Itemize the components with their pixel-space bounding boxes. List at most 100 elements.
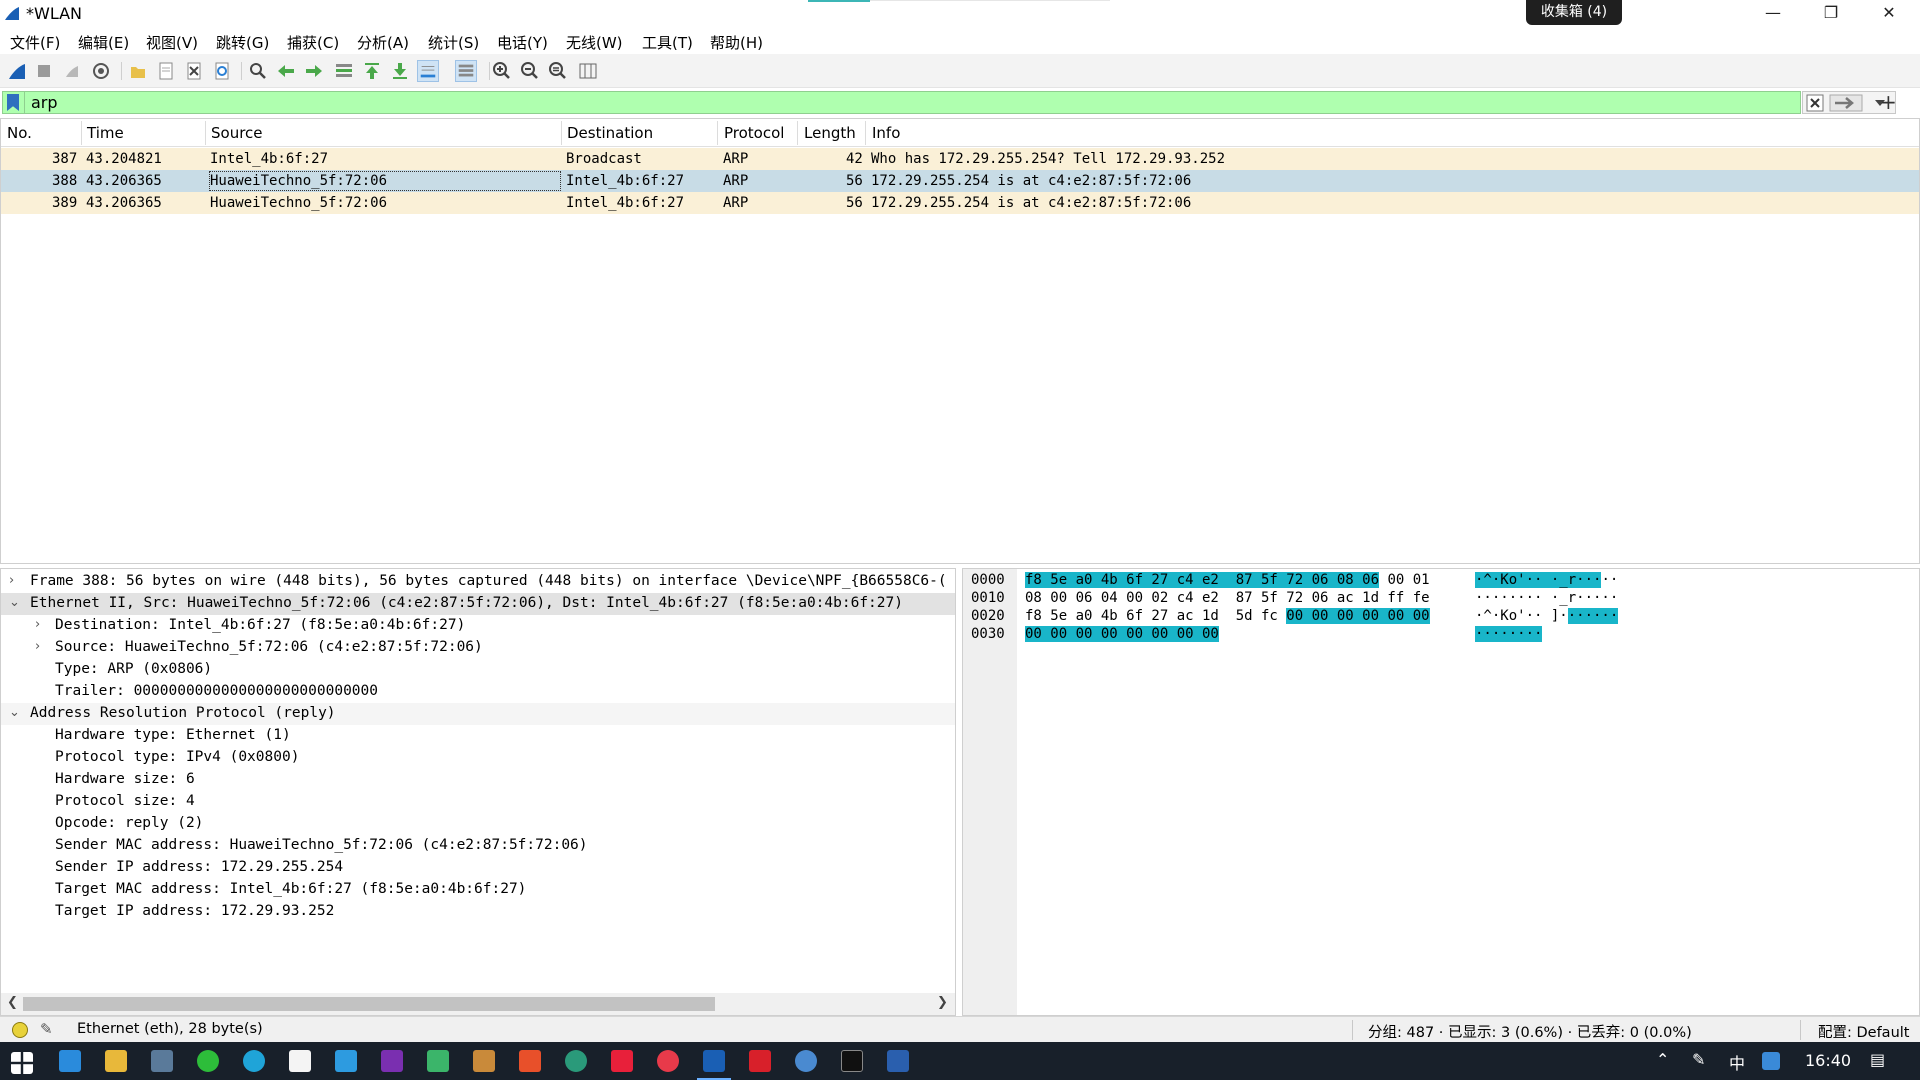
expand-arrow-icon[interactable]: › xyxy=(35,639,40,654)
menu-view[interactable]: 视图(V) xyxy=(146,32,198,53)
app-icon[interactable] xyxy=(151,1050,173,1072)
tree-item-eth-destination[interactable]: › Destination: Intel_4b:6f:27 (f8:5e:a0:… xyxy=(1,615,955,637)
ascii-row[interactable]: ········ xyxy=(1475,626,1543,644)
column-header-destination[interactable]: Destination xyxy=(567,124,653,142)
pen-tray-icon[interactable]: ✎ xyxy=(1692,1050,1705,1069)
tree-item-eth-type[interactable]: Type: ARP (0x0806) xyxy=(1,659,955,681)
hex-row[interactable]: f8 5e a0 4b 6f 27 c4 e2 87 5f 72 06 08 0… xyxy=(1025,572,1430,590)
stop-capture-icon[interactable] xyxy=(33,60,55,82)
file-explorer-icon[interactable] xyxy=(105,1050,127,1072)
column-header-time[interactable]: Time xyxy=(87,124,124,142)
ascii-row[interactable]: ········ ·_r····· xyxy=(1475,590,1618,608)
wps-icon[interactable] xyxy=(749,1050,771,1072)
video-app-icon[interactable] xyxy=(427,1050,449,1072)
wechat-icon[interactable] xyxy=(197,1050,219,1072)
display-filter-input[interactable]: arp xyxy=(2,91,1801,114)
browser-icon[interactable] xyxy=(795,1050,817,1072)
add-filter-button[interactable]: + xyxy=(1880,90,1897,114)
filter-text[interactable]: arp xyxy=(31,93,58,112)
expand-arrow-icon[interactable]: › xyxy=(35,617,40,632)
tree-item-arp-hw-size[interactable]: Hardware size: 6 xyxy=(1,769,955,791)
zoom-normal-icon[interactable] xyxy=(547,60,569,82)
go-forward-icon[interactable] xyxy=(303,60,325,82)
onenote-icon[interactable] xyxy=(381,1050,403,1072)
menu-go[interactable]: 跳转(G) xyxy=(216,32,269,53)
restore-button[interactable]: ❐ xyxy=(1808,0,1854,28)
scroll-left-icon[interactable]: ❮ xyxy=(7,995,18,1010)
menu-analyze[interactable]: 分析(A) xyxy=(357,32,409,53)
menu-help[interactable]: 帮助(H) xyxy=(710,32,763,53)
open-file-icon[interactable] xyxy=(127,60,149,82)
tree-item-arp-sender-ip[interactable]: Sender IP address: 172.29.255.254 xyxy=(1,857,955,879)
clear-filter-icon[interactable] xyxy=(1805,93,1825,113)
inbox-badge[interactable]: 收集箱 (4) xyxy=(1526,0,1622,25)
typora-icon[interactable] xyxy=(289,1050,311,1072)
minimize-button[interactable]: — xyxy=(1750,0,1796,28)
menu-wireless[interactable]: 无线(W) xyxy=(566,32,623,53)
go-back-icon[interactable] xyxy=(275,60,297,82)
expand-arrow-icon[interactable]: › xyxy=(9,573,14,588)
netease-music-icon[interactable] xyxy=(657,1050,679,1072)
chatgpt-icon[interactable] xyxy=(565,1050,587,1072)
hex-row[interactable]: f8 5e a0 4b 6f 27 ac 1d 5d fc 00 00 00 0… xyxy=(1025,608,1430,626)
scrollbar-thumb[interactable] xyxy=(23,997,715,1011)
save-file-icon[interactable] xyxy=(155,60,177,82)
go-first-packet-icon[interactable] xyxy=(361,60,383,82)
profile-text[interactable]: 配置: Default xyxy=(1818,1021,1909,1042)
tree-item-eth-source[interactable]: › Source: HuaweiTechno_5f:72:06 (c4:e2:8… xyxy=(1,637,955,659)
taskbar-clock[interactable]: 16:40 xyxy=(1805,1051,1851,1070)
zoom-out-icon[interactable] xyxy=(519,60,541,82)
column-divider[interactable] xyxy=(561,121,562,145)
reload-file-icon[interactable] xyxy=(211,60,233,82)
colorize-icon[interactable] xyxy=(455,60,477,82)
youdao-icon[interactable] xyxy=(611,1050,633,1072)
column-header-length[interactable]: Length xyxy=(804,124,856,142)
collapse-arrow-icon[interactable]: ⌄ xyxy=(9,705,20,720)
zoom-in-icon[interactable] xyxy=(491,60,513,82)
details-horizontal-scrollbar[interactable]: ❮ ❯ xyxy=(1,993,955,1015)
go-to-packet-icon[interactable] xyxy=(333,60,355,82)
column-header-info[interactable]: Info xyxy=(872,124,900,142)
sublime-icon[interactable] xyxy=(473,1050,495,1072)
terminal-icon[interactable] xyxy=(841,1050,863,1072)
packet-row[interactable]: 389 43.206365 HuaweiTechno_5f:72:06 Inte… xyxy=(1,192,1919,214)
start-capture-icon[interactable] xyxy=(6,60,28,82)
restart-capture-icon[interactable] xyxy=(61,60,83,82)
column-divider[interactable] xyxy=(797,121,798,145)
hex-row[interactable]: 08 00 06 04 00 02 c4 e2 87 5f 72 06 ac 1… xyxy=(1025,590,1430,608)
column-header-source[interactable]: Source xyxy=(211,124,263,142)
menu-file[interactable]: 文件(F) xyxy=(10,32,60,53)
column-divider[interactable] xyxy=(205,121,206,145)
wireshark-taskbar-icon[interactable] xyxy=(697,1050,731,1080)
packet-row[interactable]: 387 43.204821 Intel_4b:6f:27 Broadcast A… xyxy=(1,148,1919,170)
find-packet-icon[interactable] xyxy=(247,60,269,82)
tree-item-eth-trailer[interactable]: Trailer: 0000000000000000000000000000 xyxy=(1,681,955,703)
calendar-icon[interactable] xyxy=(335,1050,357,1072)
menu-capture[interactable]: 捕获(C) xyxy=(287,32,339,53)
tree-item-arp-proto-size[interactable]: Protocol size: 4 xyxy=(1,791,955,813)
ascii-row[interactable]: ·^·Ko'·· ·_r····· xyxy=(1475,572,1618,590)
qq-tray-icon[interactable] xyxy=(1762,1052,1780,1070)
resize-columns-icon[interactable] xyxy=(577,60,599,82)
capture-options-icon[interactable] xyxy=(90,60,112,82)
collapse-arrow-icon[interactable]: ⌄ xyxy=(9,595,20,610)
expert-info-icon[interactable] xyxy=(12,1022,28,1038)
menu-telephony[interactable]: 电话(Y) xyxy=(497,32,548,53)
tree-item-arp-proto-type[interactable]: Protocol type: IPv4 (0x0800) xyxy=(1,747,955,769)
windows-start-icon[interactable] xyxy=(11,1052,33,1074)
menu-tools[interactable]: 工具(T) xyxy=(642,32,693,53)
edge-icon[interactable] xyxy=(243,1050,265,1072)
capture-comment-icon[interactable]: ✎ xyxy=(40,1020,53,1038)
tree-item-arp[interactable]: ⌄ Address Resolution Protocol (reply) xyxy=(1,703,955,725)
go-last-packet-icon[interactable] xyxy=(389,60,411,82)
tree-item-ethernet[interactable]: ⌄ Ethernet II, Src: HuaweiTechno_5f:72:0… xyxy=(1,593,955,615)
column-divider[interactable] xyxy=(717,121,718,145)
column-divider[interactable] xyxy=(81,121,82,145)
ascii-row[interactable]: ·^·Ko'·· ]······· xyxy=(1475,608,1619,626)
tree-item-arp-opcode[interactable]: Opcode: reply (2) xyxy=(1,813,955,835)
scroll-right-icon[interactable]: ❯ xyxy=(937,995,948,1010)
column-divider[interactable] xyxy=(865,121,866,145)
packet-row-selected[interactable]: 388 43.206365 HuaweiTechno_5f:72:06 Inte… xyxy=(1,170,1919,192)
tray-expand-icon[interactable]: ⌃ xyxy=(1656,1050,1669,1069)
tree-item-arp-target-mac[interactable]: Target MAC address: Intel_4b:6f:27 (f8:5… xyxy=(1,879,955,901)
